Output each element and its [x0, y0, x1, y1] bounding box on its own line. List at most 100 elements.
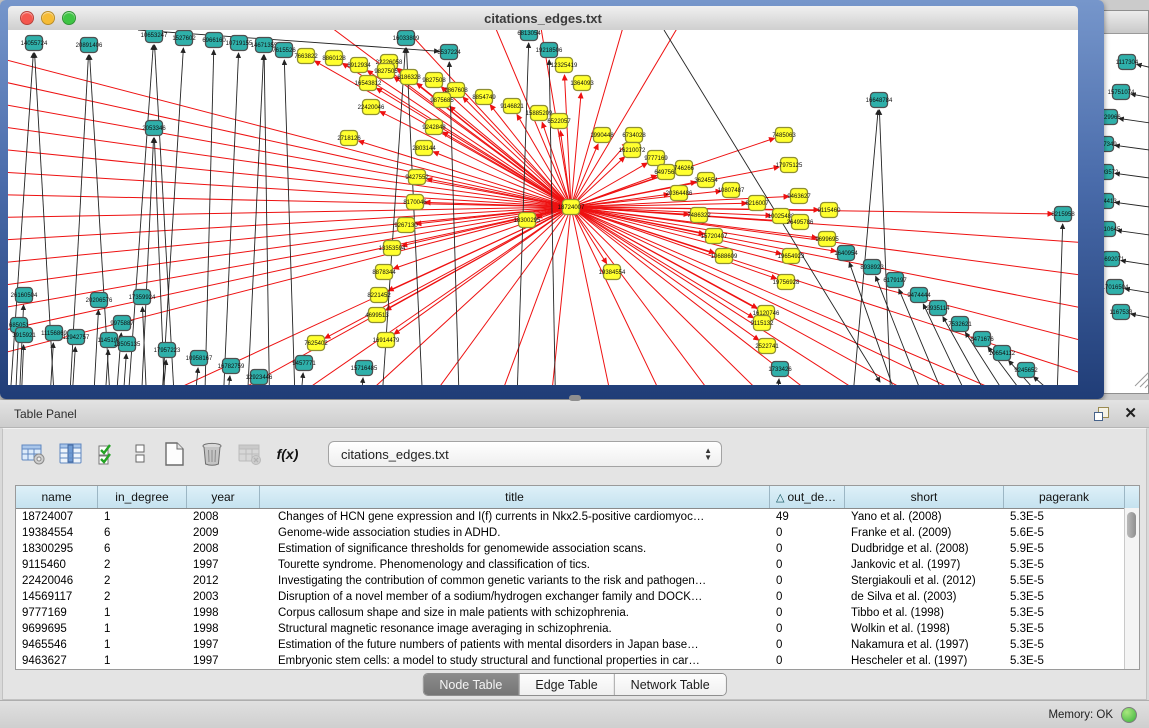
table-row[interactable]: 977716911998Corpus callosum shape and si… — [16, 605, 1139, 621]
graph-node[interactable]: 1527602 — [172, 31, 196, 46]
graph-node[interactable]: 8938923 — [860, 260, 884, 275]
graph-node[interactable]: 9777169 — [644, 151, 668, 166]
graph-node[interactable]: 746266 — [674, 161, 695, 176]
tab-edge-table[interactable]: Edge Table — [519, 674, 614, 695]
graph-node[interactable]: 7485063 — [772, 128, 796, 143]
scrollbar-thumb[interactable] — [1127, 512, 1136, 538]
graph-node[interactable]: 2053346 — [142, 121, 166, 136]
graph-node[interactable]: 8860128 — [322, 51, 346, 66]
graph-node[interactable]: 8170046 — [403, 195, 427, 210]
table-row[interactable]: 969969511998Structural magnetic resonanc… — [16, 621, 1139, 637]
graph-node[interactable]: 9827508 — [422, 73, 446, 88]
graph-node[interactable]: 1733426 — [768, 362, 792, 377]
graph-node[interactable]: 1364093 — [570, 76, 594, 91]
graph-node[interactable]: 8221452 — [367, 288, 391, 303]
graph-node[interactable]: 3624554 — [694, 173, 718, 188]
graph-node[interactable]: 1990448 — [590, 128, 614, 143]
tab-node-table[interactable]: Node Table — [423, 674, 519, 695]
select-all-columns-button[interactable] — [95, 441, 122, 467]
graph-node[interactable]: 9115460 — [818, 203, 842, 218]
unassign-column-button[interactable] — [133, 441, 149, 467]
graph-node[interactable]: 17957223 — [154, 343, 181, 358]
graph-node[interactable]: 9146821 — [500, 99, 524, 114]
graph-node[interactable]: 16210072 — [619, 143, 646, 158]
graph-node[interactable]: 8471676 — [970, 332, 994, 347]
graph-node[interactable]: 9699695 — [815, 232, 839, 247]
table-scrollbar[interactable] — [1124, 508, 1139, 669]
network-window[interactable]: citations_edges.txt 14055724208914061065… — [0, 0, 1104, 399]
network-canvas[interactable]: 1405572420891406106532471527602696616010… — [8, 30, 1078, 385]
graph-node[interactable]: 2522741 — [755, 339, 779, 354]
delete-column-button[interactable] — [198, 441, 225, 467]
graph-node[interactable]: 15751074 — [1108, 85, 1135, 100]
graph-node[interactable]: 9827505 — [374, 64, 398, 79]
graph-node[interactable]: 7663822 — [294, 49, 318, 64]
graph-node[interactable]: 19218506 — [536, 43, 563, 58]
graph-node[interactable]: 10807487 — [718, 183, 745, 198]
graph-node[interactable]: 6813054 — [517, 30, 541, 41]
graph-node[interactable]: 3915921 — [12, 328, 36, 343]
graph-node[interactable]: 10688609 — [711, 249, 738, 264]
graph-node[interactable]: 7625402 — [304, 336, 328, 351]
column-header-pagerank[interactable]: pagerank — [1004, 486, 1125, 508]
table-row[interactable]: 911546021997Tourette syndrome. Phenomeno… — [16, 557, 1139, 573]
graph-node[interactable]: 9427552 — [405, 170, 429, 185]
graph-node[interactable]: 19384554 — [599, 265, 626, 280]
graph-node[interactable]: 9975887 — [110, 316, 134, 331]
graph-node[interactable]: 8854749 — [472, 90, 496, 105]
table-selector-dropdown[interactable]: citations_edges.txt ▲▼ — [328, 441, 722, 467]
graph-node[interactable]: 15716485 — [351, 361, 378, 376]
graph-node[interactable]: 19756928 — [773, 275, 800, 290]
column-header-name[interactable]: name — [16, 486, 98, 508]
graph-node[interactable]: 4699513 — [365, 308, 389, 323]
graph-node[interactable]: 16782759 — [218, 359, 245, 374]
graph-node[interactable]: 16914479 — [373, 333, 400, 348]
graph-node[interactable]: 9875685 — [430, 93, 454, 108]
table-row[interactable]: 1872400712008Changes of HCN gene express… — [16, 509, 1139, 525]
graph-node[interactable]: 8537224 — [437, 45, 461, 60]
graph-node[interactable]: 2718126 — [337, 131, 361, 146]
graph-node[interactable]: 8878344 — [372, 265, 396, 280]
table-row[interactable]: 946554611997Estimation of the future num… — [16, 637, 1139, 653]
change-table-mode-button[interactable] — [19, 441, 46, 467]
graph-node[interactable]: 6966160 — [202, 33, 226, 48]
graph-node[interactable]: 9115132 — [751, 316, 775, 331]
table-row[interactable]: 1830029562008Estimation of significance … — [16, 541, 1139, 557]
table-row[interactable]: 2242004622012Investigating the contribut… — [16, 573, 1139, 589]
graph-node[interactable]: 6179197 — [883, 273, 907, 288]
graph-node[interactable]: 10958167 — [186, 351, 213, 366]
graph-node[interactable]: 6216007 — [745, 196, 769, 211]
graph-node[interactable]: 14055724 — [21, 36, 48, 51]
graph-node[interactable]: 26160504 — [11, 288, 38, 303]
graph-node[interactable]: 9245652 — [1014, 363, 1038, 378]
graph-node[interactable]: 6522057 — [547, 114, 571, 129]
close-panel-icon[interactable]: ✕ — [1124, 406, 1137, 421]
column-header-title[interactable]: title — [260, 486, 770, 508]
graph-node[interactable]: 8912934 — [347, 58, 371, 73]
column-header-out_degree[interactable]: △out_de… — [770, 486, 845, 508]
graph-node[interactable]: 20891406 — [76, 38, 103, 53]
function-builder-button[interactable]: f(x) — [274, 441, 301, 467]
graph-node[interactable]: 12325419 — [551, 58, 578, 73]
graph-node[interactable]: 2803144 — [412, 141, 436, 156]
column-header-in_degree[interactable]: in_degree — [98, 486, 187, 508]
graph-node[interactable]: 9463627 — [787, 189, 811, 204]
graph-node[interactable]: 16033809 — [393, 31, 420, 46]
graph-node[interactable]: 19654923 — [778, 249, 805, 264]
graph-node[interactable]: 7486322 — [687, 208, 711, 223]
delete-table-button[interactable] — [236, 441, 263, 467]
graph-node[interactable]: 13353594 — [379, 241, 406, 256]
show-columns-button[interactable] — [57, 441, 84, 467]
graph-node[interactable]: 2935114 — [927, 301, 951, 316]
graph-node[interactable]: 17016504 — [1102, 280, 1129, 295]
graph-node[interactable]: 8186328 — [397, 70, 421, 85]
split-pane-handle[interactable] — [569, 395, 581, 401]
column-header-short[interactable]: short — [845, 486, 1004, 508]
create-new-column-button[interactable] — [160, 441, 187, 467]
graph-node[interactable]: 9267130 — [394, 218, 418, 233]
column-header-year[interactable]: year — [187, 486, 260, 508]
tab-network-table[interactable]: Network Table — [615, 674, 726, 695]
graph-node[interactable]: 8215958 — [1051, 207, 1075, 222]
table-row[interactable]: 1938455462009Genome-wide association stu… — [16, 525, 1139, 541]
graph-node[interactable]: 1640954 — [834, 246, 858, 261]
